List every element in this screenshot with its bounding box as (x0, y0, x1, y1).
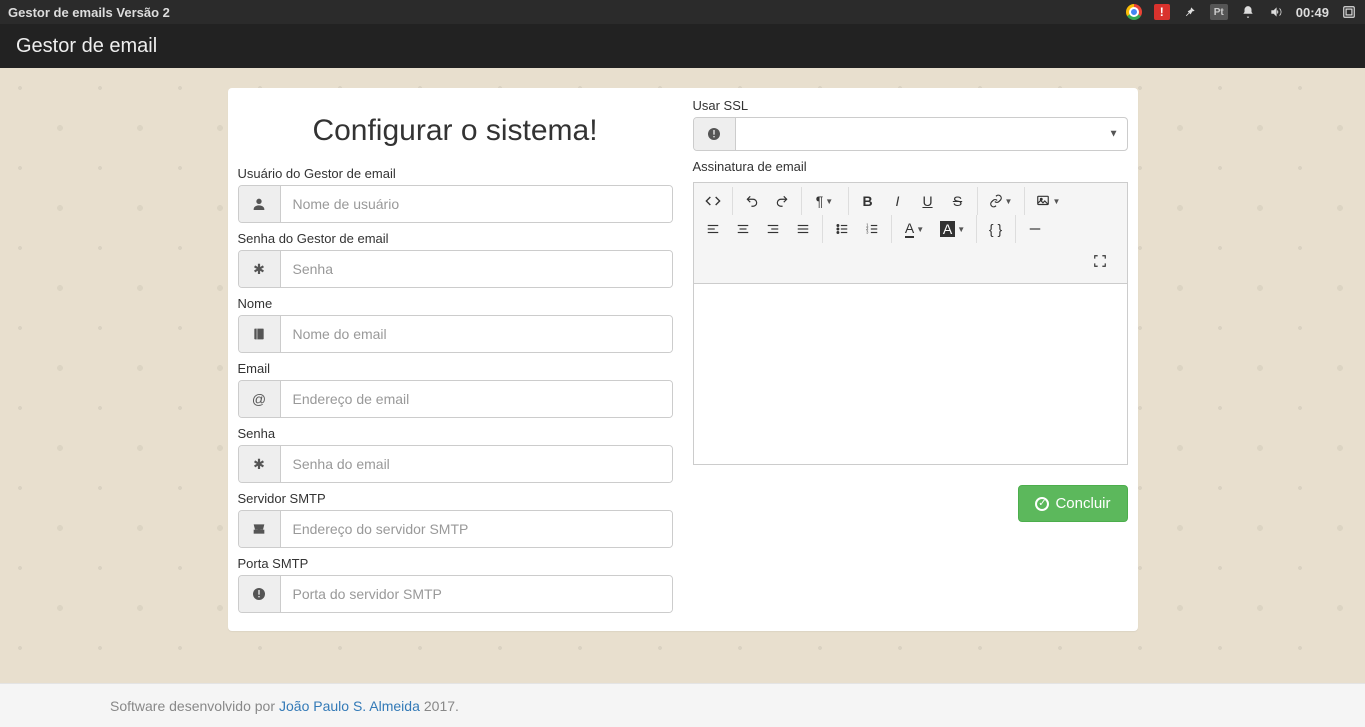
email-label: Email (238, 361, 673, 376)
horizontal-rule-icon[interactable] (1020, 215, 1050, 243)
ssl-label: Usar SSL (693, 98, 1128, 113)
signature-label: Assinatura de email (693, 159, 1128, 174)
at-icon: @ (239, 381, 281, 417)
book-icon (239, 316, 281, 352)
fullscreen-icon[interactable] (1085, 247, 1115, 275)
password-input-group: ✱ (238, 250, 673, 288)
email-input[interactable] (281, 381, 672, 417)
exclamation-icon (694, 118, 736, 150)
align-right-icon[interactable] (758, 215, 788, 243)
pin-icon[interactable] (1182, 4, 1198, 20)
app-header: Gestor de email (0, 24, 1365, 68)
exclamation-icon (239, 576, 281, 612)
volume-icon[interactable] (1268, 4, 1284, 20)
name-input-group (238, 315, 673, 353)
smtp-port-input-group (238, 575, 673, 613)
smtp-server-label: Servidor SMTP (238, 491, 673, 506)
email-password-label: Senha (238, 426, 673, 441)
svg-text:3: 3 (866, 230, 869, 235)
inbox-icon (239, 511, 281, 547)
rich-text-editor: ¶▼ B I U S ▼ (693, 182, 1128, 465)
align-center-icon[interactable] (728, 215, 758, 243)
email-password-input[interactable] (281, 446, 672, 482)
menu-icon[interactable] (1341, 4, 1357, 20)
ordered-list-icon[interactable]: 123 (857, 215, 887, 243)
name-label: Nome (238, 296, 673, 311)
unordered-list-icon[interactable] (827, 215, 857, 243)
code-block-icon[interactable]: { } (981, 215, 1011, 243)
footer-prefix: Software desenvolvido por (110, 698, 275, 714)
signature-editor[interactable] (694, 284, 1127, 464)
email-password-input-group: ✱ (238, 445, 673, 483)
password-input[interactable] (281, 251, 672, 287)
underline-icon[interactable]: U (913, 187, 943, 215)
email-input-group: @ (238, 380, 673, 418)
paragraph-format-icon[interactable]: ¶▼ (806, 187, 844, 215)
user-input-group (238, 185, 673, 223)
asterisk-icon: ✱ (239, 251, 281, 287)
language-indicator[interactable]: Pt (1210, 4, 1228, 20)
window-title: Gestor de emails Versão 2 (8, 5, 170, 20)
alert-icon[interactable]: ! (1154, 4, 1170, 20)
chrome-icon[interactable] (1126, 4, 1142, 20)
password-label: Senha do Gestor de email (238, 231, 673, 246)
link-icon[interactable]: ▼ (982, 187, 1020, 215)
clock[interactable]: 00:49 (1296, 5, 1329, 20)
smtp-port-input[interactable] (281, 576, 672, 612)
image-icon[interactable]: ▼ (1029, 187, 1067, 215)
smtp-server-input[interactable] (281, 511, 672, 547)
rte-toolbar: ¶▼ B I U S ▼ (694, 183, 1127, 284)
form-title: Configurar o sistema! (238, 114, 673, 148)
background-color-icon[interactable]: A▼ (934, 215, 972, 243)
footer: Software desenvolvido por João Paulo S. … (0, 683, 1365, 727)
footer-author-link[interactable]: João Paulo S. Almeida (279, 698, 420, 714)
redo-icon[interactable] (767, 187, 797, 215)
undo-icon[interactable] (737, 187, 767, 215)
bell-icon[interactable] (1240, 4, 1256, 20)
font-color-icon[interactable]: A▼ (896, 215, 934, 243)
code-view-icon[interactable] (698, 187, 728, 215)
align-justify-icon[interactable] (788, 215, 818, 243)
name-input[interactable] (281, 316, 672, 352)
asterisk-icon: ✱ (239, 446, 281, 482)
ssl-select[interactable] (736, 118, 1127, 150)
system-bar: Gestor de emails Versão 2 ! Pt 00:49 (0, 0, 1365, 24)
smtp-server-input-group (238, 510, 673, 548)
submit-label: Concluir (1055, 495, 1110, 512)
app-title: Gestor de email (16, 35, 157, 58)
user-icon (239, 186, 281, 222)
smtp-port-label: Porta SMTP (238, 556, 673, 571)
user-label: Usuário do Gestor de email (238, 166, 673, 181)
config-card: Configurar o sistema! Usuário do Gestor … (228, 88, 1138, 631)
ssl-select-group: ▼ (693, 117, 1128, 151)
strikethrough-icon[interactable]: S (943, 187, 973, 215)
user-input[interactable] (281, 186, 672, 222)
check-circle-icon (1035, 497, 1049, 511)
italic-icon[interactable]: I (883, 187, 913, 215)
align-left-icon[interactable] (698, 215, 728, 243)
submit-button[interactable]: Concluir (1018, 485, 1127, 522)
bold-icon[interactable]: B (853, 187, 883, 215)
footer-suffix: 2017. (424, 698, 459, 714)
